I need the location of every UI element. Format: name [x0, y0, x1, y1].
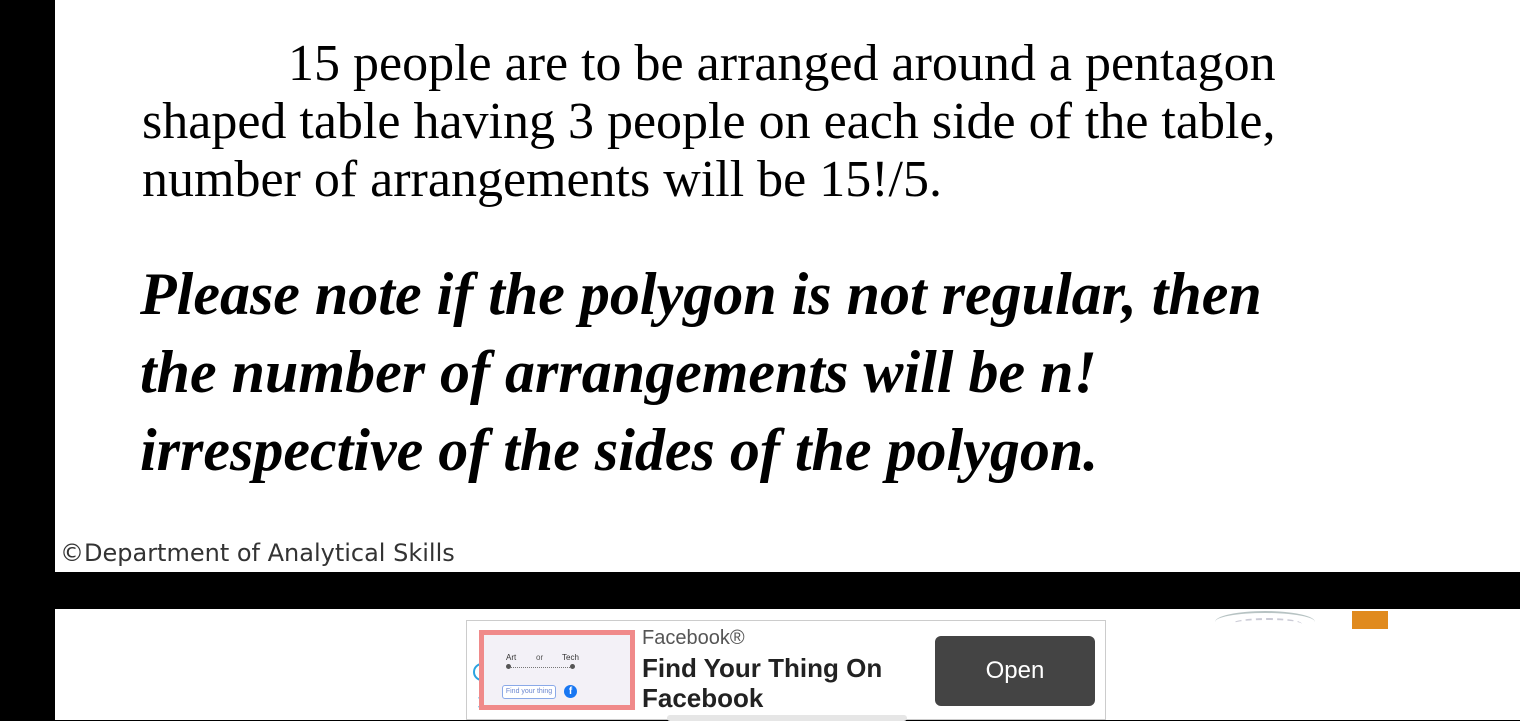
ad-headline[interactable]: Find Your Thing On Facebook	[642, 653, 912, 713]
thumbnail-pill: Find your thing	[502, 685, 556, 699]
note-line: Please note if the polygon is not regula…	[140, 261, 1262, 327]
note-line: irrespective of the sides of the polygon…	[140, 417, 1099, 483]
slide-note: Please note if the polygon is not regula…	[140, 255, 1470, 489]
ad-thumbnail-content: Art or Tech Find your thing f	[484, 635, 630, 705]
thumbnail-middle-label: or	[536, 653, 544, 662]
slide-paragraph: 15 people are to be arranged around a pe…	[142, 35, 1442, 209]
paragraph-line: 15 people are to be arranged around a pe…	[288, 35, 1276, 92]
thumbnail-left-label: Art	[506, 653, 517, 662]
thumbnail-slider-track	[508, 667, 572, 668]
ad-scroll-indicator	[667, 715, 907, 721]
seal-logo-detail	[1232, 618, 1302, 630]
thumbnail-right-label: Tech	[562, 653, 579, 662]
note-line: the number of arrangements will be n!	[140, 339, 1097, 405]
slide: 15 people are to be arranged around a pe…	[55, 0, 1520, 572]
open-button[interactable]: Open	[935, 636, 1095, 706]
ad-brand: Facebook®	[642, 627, 745, 649]
flag-logo-icon	[1352, 611, 1388, 629]
facebook-logo-icon: f	[564, 685, 577, 698]
paragraph-line: shaped table having 3 people on each sid…	[142, 93, 1276, 150]
thumbnail-slider-dot	[570, 664, 575, 669]
ad-thumbnail[interactable]: Art or Tech Find your thing f	[479, 630, 635, 710]
paragraph-line: number of arrangements will be 15!/5.	[142, 151, 942, 208]
thumbnail-slider-dot	[506, 664, 511, 669]
copyright-text: ©Department of Analytical Skills	[60, 539, 455, 567]
ad-banner[interactable]: i × Art or Tech Find your thing f Facebo…	[466, 620, 1106, 721]
